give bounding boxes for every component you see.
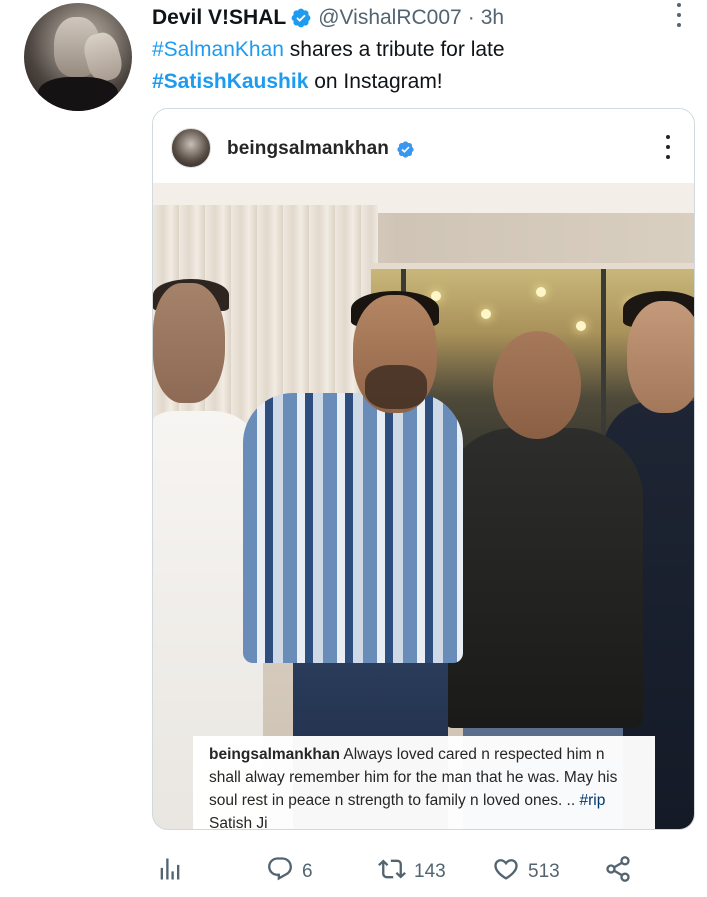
verified-badge-icon [290,7,312,29]
tweet-actions: 6 143 513 [152,852,672,892]
instagram-avatar [171,128,211,168]
tweet-header: Devil V!SHAL @VishalRC007 · 3h [152,5,504,31]
post-photo: beingsalmankhan Always loved cared n res… [153,183,694,830]
hashtag-salmankhan[interactable]: #SalmanKhan [152,38,284,61]
caption-hashtag: #rip [579,792,606,809]
caption-username: beingsalmankhan [209,746,340,763]
tweet-text: #SalmanKhan shares a tribute for late #S… [152,34,682,98]
retweet-count: 143 [414,861,446,882]
instagram-verified-icon [396,140,415,159]
retweet-button[interactable]: 143 [378,852,446,892]
more-options-icon[interactable] [672,0,686,30]
hashtag-satishkaushik[interactable]: #SatishKaushik [152,70,308,93]
retweet-icon [378,855,406,889]
like-count: 513 [528,861,560,882]
reply-count: 6 [302,861,313,882]
tweet-timestamp[interactable]: 3h [481,6,504,30]
instagram-caption: beingsalmankhan Always loved cared n res… [193,736,655,830]
author-handle[interactable]: @VishalRC007 [318,6,462,30]
instagram-more-icon [663,135,673,159]
like-button[interactable]: 513 [492,852,560,892]
embedded-media-card[interactable]: beingsalmankhan beingsalmankhan Always l… [152,108,695,830]
instagram-username-text: beingsalmankhan [227,138,389,159]
heart-icon [492,855,520,889]
tweet-text-middle: shares a tribute for late [283,38,505,61]
caption-end: Satish Ji [209,815,268,830]
separator-dot: · [467,6,475,29]
reply-button[interactable]: 6 [266,852,313,892]
share-icon [604,855,632,889]
analytics-icon [156,855,184,889]
reply-icon [266,855,294,889]
share-button[interactable] [604,852,632,892]
analytics-button[interactable] [156,852,184,892]
instagram-post-header: beingsalmankhan [153,109,694,183]
instagram-username: beingsalmankhan [227,138,415,160]
author-display-name[interactable]: Devil V!SHAL [152,6,286,30]
tweet-text-end: on Instagram! [308,70,443,93]
author-avatar[interactable] [24,3,132,111]
